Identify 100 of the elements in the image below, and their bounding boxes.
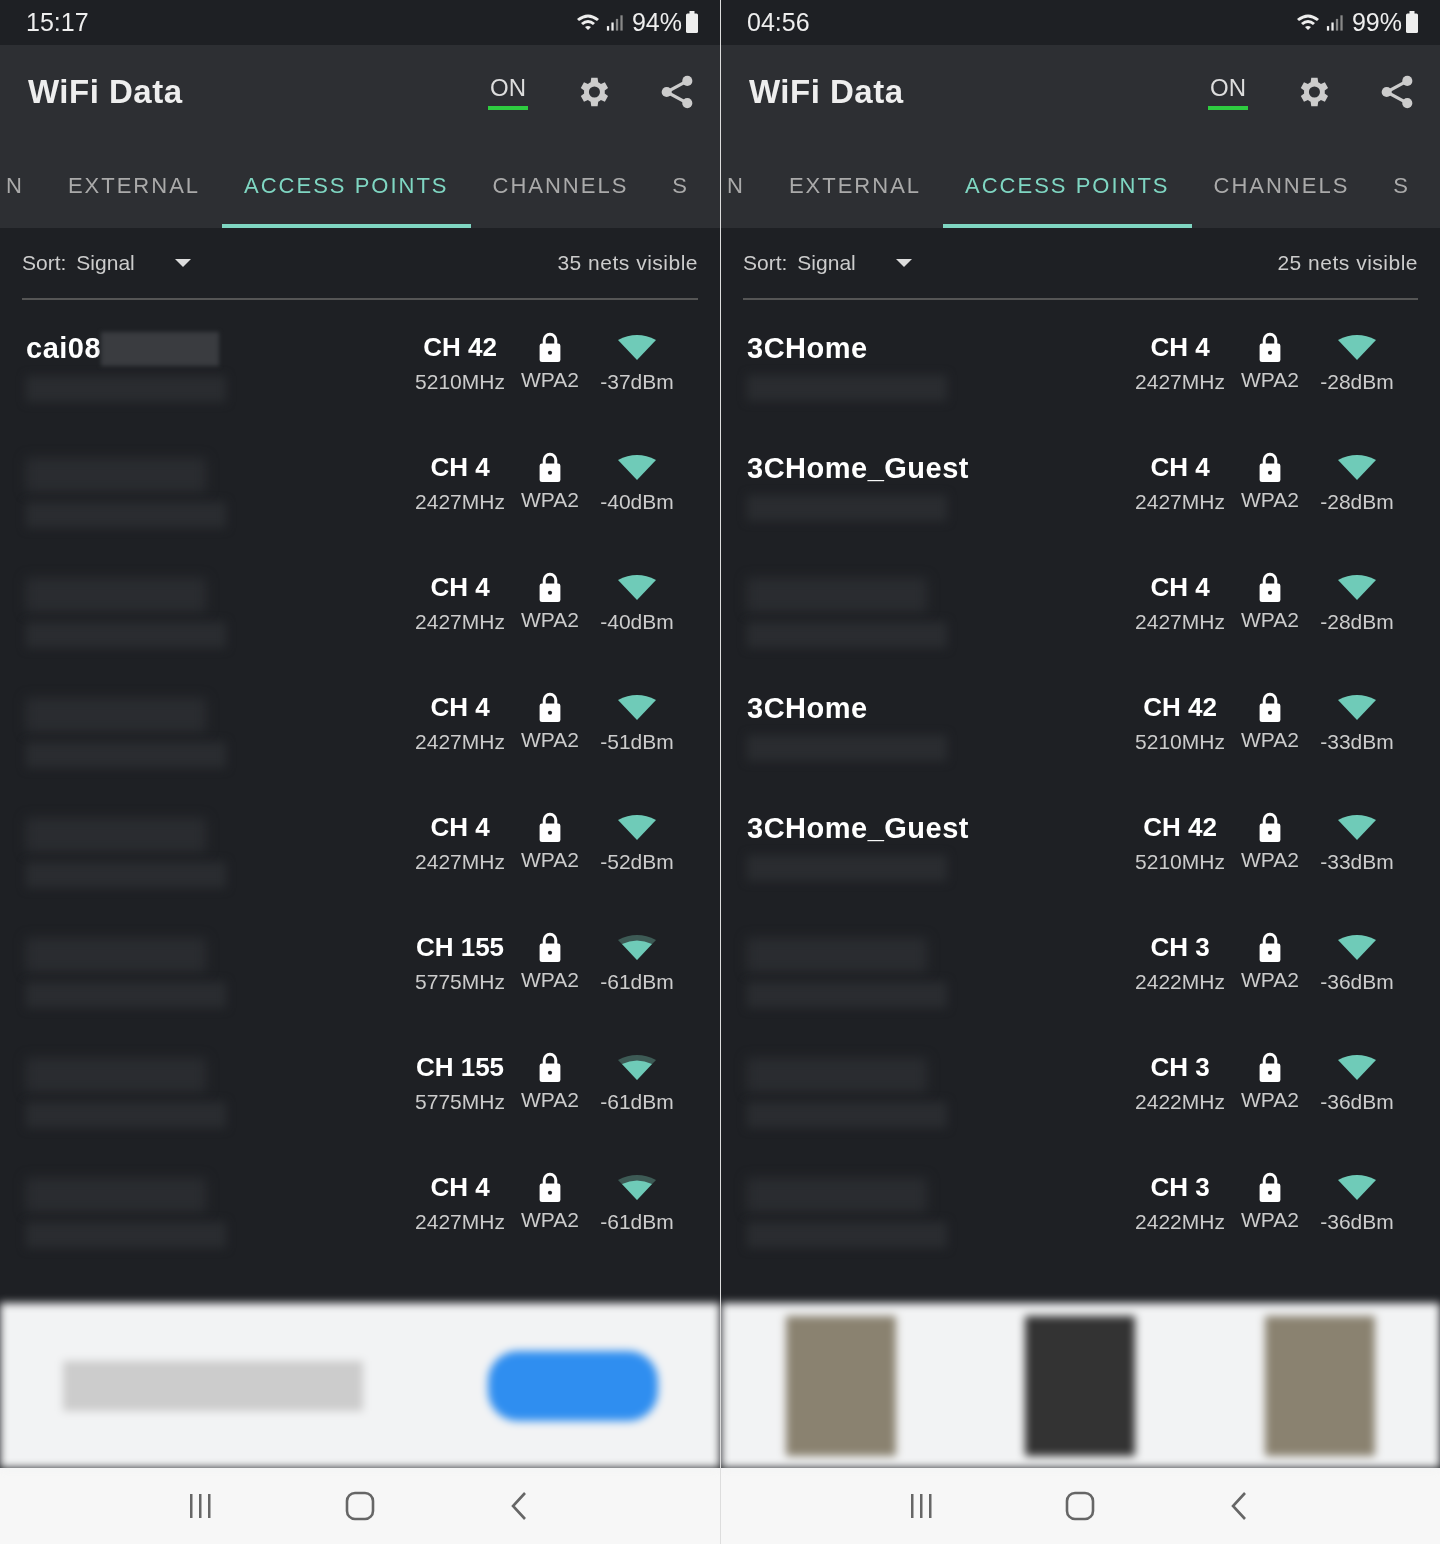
channel-label: CH 4 [430, 451, 490, 484]
frequency-label: 5775MHz [415, 969, 505, 994]
security-label: WPA2 [521, 367, 579, 392]
channel-label: CH 4 [430, 571, 490, 604]
frequency-label: 5210MHz [415, 369, 505, 394]
signal-strength: -36dBm [1320, 1089, 1394, 1114]
network-row[interactable]: CH 4 2427MHz WPA2 -28dBm [721, 561, 1440, 682]
lock-icon [1258, 811, 1282, 842]
tab[interactable]: EXTERNAL [45, 139, 223, 228]
lock-icon [538, 811, 562, 842]
lock-icon [1258, 331, 1282, 362]
security-label: WPA2 [521, 967, 579, 992]
security-label: WPA2 [1241, 367, 1299, 392]
network-name: cai08 [26, 332, 102, 366]
cellular-signal-icon [605, 13, 624, 31]
network-row[interactable]: CH 4 2427MHz WPA2 -40dBm [0, 561, 720, 682]
frequency-label: 2427MHz [415, 489, 505, 514]
tab[interactable]: N [0, 139, 46, 228]
security-label: WPA2 [1241, 847, 1299, 872]
home-icon[interactable] [345, 1491, 375, 1522]
channel-label: CH 4 [1150, 451, 1210, 484]
home-icon[interactable] [1065, 1491, 1096, 1522]
signal-strength: -61dBm [600, 969, 674, 994]
signal-strength: -33dBm [1320, 729, 1394, 754]
tab[interactable]: ACCESS POINTS [222, 139, 471, 228]
channel-label: CH 4 [430, 1171, 490, 1204]
battery-percent: 94% [631, 7, 682, 37]
signal-strength: -28dBm [1320, 489, 1394, 514]
lock-icon [538, 691, 562, 722]
frequency-label: 2422MHz [1135, 969, 1225, 994]
network-row[interactable]: 3CHome CH 4 2427MHz WPA2 -28dBm [721, 321, 1440, 442]
lock-icon [1258, 571, 1282, 602]
network-row[interactable]: CH 3 2422MHz WPA2 -36dBm [721, 1161, 1440, 1282]
frequency-label: 2427MHz [415, 849, 505, 874]
network-row[interactable]: CH 4 2427MHz WPA2 -51dBm [0, 681, 720, 802]
signal-strength: -36dBm [1320, 969, 1394, 994]
wifi-status-icon [575, 12, 602, 33]
signal-strength: -36dBm [1320, 1209, 1394, 1234]
channel-label: CH 3 [1150, 931, 1210, 964]
channel-label: CH 3 [1150, 1051, 1210, 1084]
network-row[interactable]: 3CHome_Guest CH 42 5210MHz WPA2 -33dBm [721, 801, 1440, 922]
visible-count: 25 nets visible [1277, 250, 1418, 275]
channel-label: CH 42 [1143, 691, 1217, 724]
tab[interactable]: CHANNELS [470, 139, 651, 228]
tab[interactable]: ACCESS POINTS [943, 139, 1192, 228]
signal-strength: -28dBm [1320, 369, 1394, 394]
network-name: 3CHome [747, 331, 868, 365]
security-label: WPA2 [1241, 1207, 1299, 1232]
channel-label: CH 42 [1143, 811, 1217, 844]
frequency-label: 2422MHz [1135, 1089, 1225, 1114]
network-row[interactable]: CH 3 2422MHz WPA2 -36dBm [721, 1041, 1440, 1162]
lock-icon [538, 1051, 562, 1082]
scan-toggle[interactable]: ON [488, 74, 528, 111]
security-label: WPA2 [521, 607, 579, 632]
caret-icon [174, 258, 191, 267]
network-row[interactable]: CH 4 2427MHz WPA2 -52dBm [0, 801, 720, 922]
wifi-status-icon [1295, 12, 1322, 33]
channel-label: CH 155 [415, 1051, 505, 1084]
network-row[interactable]: CH 155 5775MHz WPA2 -61dBm [0, 921, 720, 1042]
tab[interactable]: EXTERNAL [766, 139, 944, 228]
frequency-label: 5775MHz [415, 1089, 505, 1114]
network-row[interactable]: cai08 CH 42 5210MHz WPA2 -37dBm [0, 321, 720, 442]
frequency-label: 5210MHz [1135, 729, 1225, 754]
network-row[interactable]: 3CHome_Guest CH 4 2427MHz WPA2 -28dBm [721, 441, 1440, 562]
lock-icon [538, 1171, 562, 1202]
security-label: WPA2 [521, 847, 579, 872]
lock-icon [538, 451, 562, 482]
battery-icon [1406, 11, 1418, 34]
status-time: 15:17 [26, 7, 89, 37]
security-label: WPA2 [1241, 1087, 1299, 1112]
lock-icon [1258, 451, 1282, 482]
network-row[interactable]: CH 155 5775MHz WPA2 -61dBm [0, 1041, 720, 1162]
tab[interactable]: S [1371, 139, 1433, 228]
network-row[interactable]: 3CHome CH 42 5210MHz WPA2 -33dBm [721, 681, 1440, 802]
sort-dropdown[interactable]: Sort: Signal [22, 250, 191, 275]
signal-strength: -61dBm [600, 1089, 674, 1114]
network-row[interactable]: CH 4 2427MHz WPA2 -61dBm [0, 1161, 720, 1282]
security-label: WPA2 [521, 1207, 579, 1232]
network-row[interactable]: CH 3 2422MHz WPA2 -36dBm [721, 921, 1440, 1042]
app-title: WiFi Data [28, 73, 183, 112]
app-title: WiFi Data [749, 73, 904, 112]
caret-icon [895, 258, 912, 267]
tab[interactable]: N [721, 139, 767, 228]
tab[interactable]: CHANNELS [1191, 139, 1372, 228]
network-name: 3CHome_Guest [747, 811, 969, 845]
lock-icon [1258, 1171, 1282, 1202]
frequency-label: 2422MHz [1135, 1209, 1225, 1234]
scan-toggle[interactable]: ON [1208, 74, 1248, 111]
security-label: WPA2 [521, 727, 579, 752]
channel-label: CH 4 [430, 811, 490, 844]
visible-count: 35 nets visible [557, 250, 698, 275]
frequency-label: 2427MHz [1135, 369, 1225, 394]
sort-dropdown[interactable]: Sort: Signal [743, 250, 912, 275]
signal-strength: -61dBm [600, 1209, 674, 1234]
status-time: 04:56 [747, 7, 810, 37]
security-label: WPA2 [1241, 607, 1299, 632]
tab[interactable]: S [650, 139, 712, 228]
lock-icon [1258, 1051, 1282, 1082]
network-row[interactable]: CH 4 2427MHz WPA2 -40dBm [0, 441, 720, 562]
frequency-label: 2427MHz [1135, 609, 1225, 634]
